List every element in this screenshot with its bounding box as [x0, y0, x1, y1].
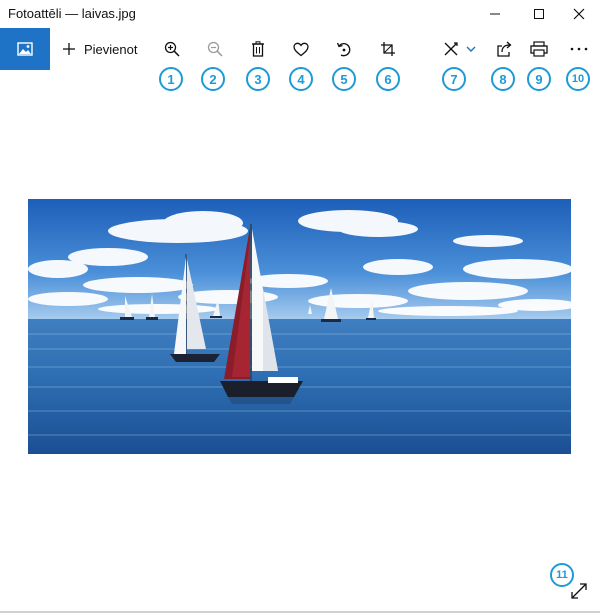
- expand-icon: [571, 583, 587, 599]
- print-button[interactable]: [522, 28, 556, 70]
- minimize-icon: [490, 13, 500, 15]
- close-button[interactable]: [558, 0, 600, 28]
- rotate-button[interactable]: [327, 28, 361, 70]
- zoom-in-icon: [164, 41, 180, 57]
- edit-draw-icon: [444, 42, 476, 56]
- badge-9: 9: [527, 67, 551, 91]
- collection-button[interactable]: [0, 28, 50, 70]
- more-button[interactable]: [562, 28, 596, 70]
- plus-icon: [63, 43, 75, 55]
- zoom-out-icon: [207, 41, 223, 57]
- zoom-out-button[interactable]: [198, 28, 232, 70]
- rotate-icon: [336, 42, 351, 57]
- title-bar: Fotoattēli — laivas.jpg: [0, 0, 600, 28]
- heart-icon: [293, 42, 309, 56]
- crop-icon: [381, 42, 395, 56]
- badge-2: 2: [201, 67, 225, 91]
- badge-1: 1: [159, 67, 183, 91]
- sailboat-photo: [28, 199, 571, 454]
- edit-create-button[interactable]: [437, 28, 483, 70]
- window-title: Fotoattēli — laivas.jpg: [8, 6, 136, 21]
- share-button[interactable]: [487, 28, 521, 70]
- badge-11: 11: [550, 563, 574, 587]
- favorite-button[interactable]: [284, 28, 318, 70]
- maximize-icon: [534, 9, 544, 19]
- maximize-button[interactable]: [518, 0, 560, 28]
- close-icon: [573, 8, 585, 20]
- trash-icon: [252, 41, 264, 57]
- more-icon: [570, 47, 588, 51]
- badge-7: 7: [442, 67, 466, 91]
- delete-button[interactable]: [241, 28, 275, 70]
- crop-button[interactable]: [371, 28, 405, 70]
- badge-5: 5: [332, 67, 356, 91]
- badge-4: 4: [289, 67, 313, 91]
- badge-8: 8: [491, 67, 515, 91]
- zoom-in-button[interactable]: [155, 28, 189, 70]
- print-icon: [530, 41, 548, 57]
- add-button[interactable]: Pievienot: [62, 28, 137, 70]
- photo-collection-icon: [17, 42, 33, 56]
- badge-6: 6: [376, 67, 400, 91]
- photo-view[interactable]: [28, 199, 571, 454]
- fullscreen-button[interactable]: [568, 580, 590, 602]
- badge-3: 3: [246, 67, 270, 91]
- badge-10: 10: [566, 67, 590, 91]
- share-icon: [497, 41, 512, 57]
- add-label: Pievienot: [84, 41, 138, 57]
- minimize-button[interactable]: [474, 0, 516, 28]
